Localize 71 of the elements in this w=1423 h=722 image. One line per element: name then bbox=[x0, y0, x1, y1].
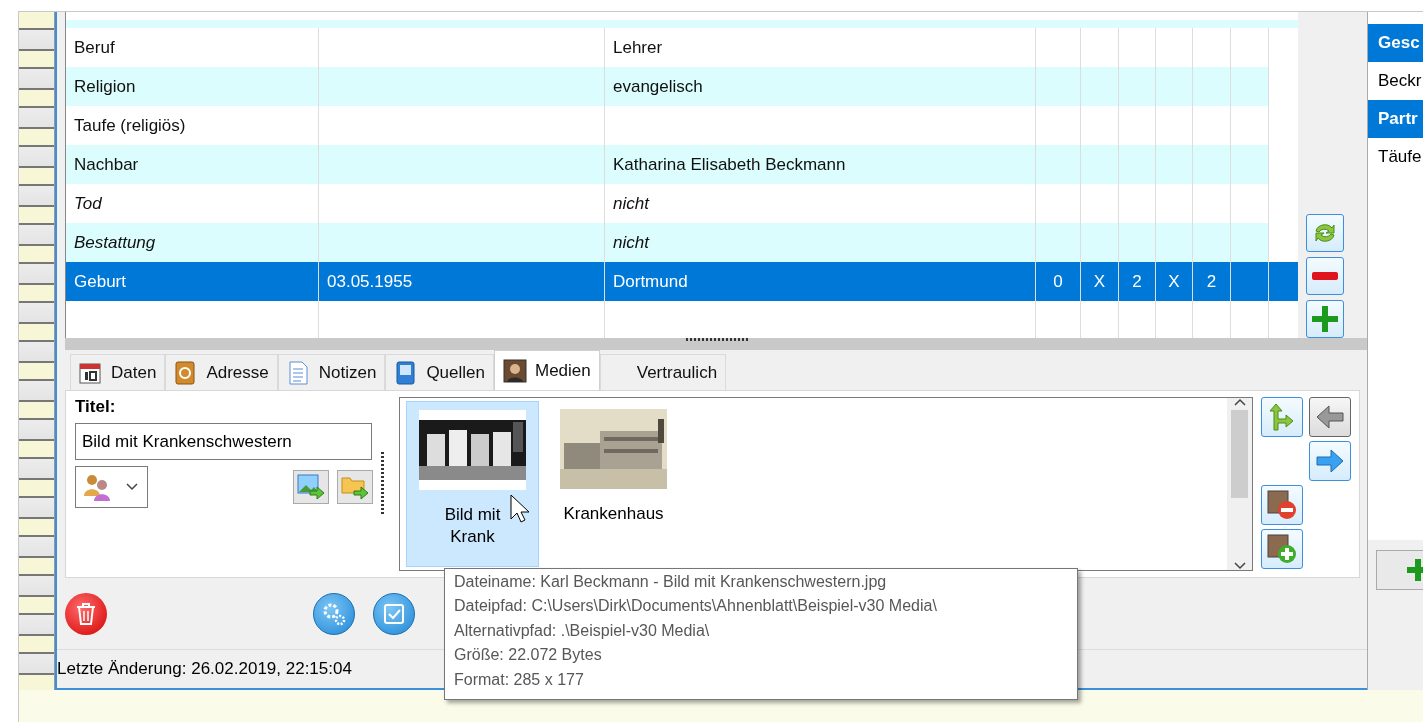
media-caption: Bild mit Krank bbox=[443, 504, 502, 548]
add-button[interactable] bbox=[1376, 550, 1423, 590]
tab[interactable]: Medien bbox=[494, 350, 600, 390]
section-header: Partr bbox=[1368, 100, 1423, 138]
table-cell: Geburt bbox=[66, 262, 319, 301]
tooltip-line: Alternativpfad: .\Beispiel-v30 Media\ bbox=[454, 621, 711, 641]
import-image-button[interactable] bbox=[293, 470, 329, 504]
splitter-handle[interactable] bbox=[65, 338, 1370, 350]
chevron-down-icon bbox=[126, 483, 138, 491]
table-row[interactable]: Geburt 03.05.1955 Dortmund 0 X 2 X 2 bbox=[66, 262, 1298, 301]
checkbox-icon bbox=[383, 602, 405, 625]
remove-media-button[interactable] bbox=[1261, 485, 1303, 525]
table-cell: 03.05.1955 bbox=[319, 262, 605, 301]
arrow-left-icon bbox=[1316, 405, 1344, 429]
folder-arrow-icon bbox=[341, 474, 369, 500]
chevron-down-icon bbox=[1233, 562, 1246, 570]
picture-minus-icon bbox=[1267, 490, 1297, 520]
table-cell: 2 bbox=[1193, 262, 1231, 301]
add-button[interactable] bbox=[1305, 300, 1344, 339]
table-cell: X bbox=[1156, 262, 1193, 301]
cursor-icon bbox=[510, 494, 530, 524]
list-item[interactable]: Beckr bbox=[1368, 62, 1423, 100]
tooltip-line: Dateipfad: C:\Users\Dirk\Documents\Ahnenblatt\Beispiel-v30 Media\ bbox=[454, 597, 938, 617]
tab[interactable]: Quellen bbox=[385, 354, 494, 390]
add-media-button[interactable] bbox=[1261, 529, 1303, 569]
title-field[interactable]: Bild mit Krankenschwestern bbox=[75, 423, 372, 460]
check-button[interactable] bbox=[373, 592, 415, 635]
forward-button[interactable] bbox=[1309, 441, 1351, 481]
image-arrow-icon bbox=[297, 474, 325, 500]
branch-button[interactable] bbox=[1261, 397, 1303, 437]
media-item[interactable]: Krankenhaus bbox=[547, 401, 680, 567]
table-cell: Nachbar bbox=[66, 145, 319, 184]
back-button[interactable] bbox=[1309, 397, 1351, 437]
media-item[interactable]: Bild mit Krank bbox=[406, 401, 539, 567]
tab[interactable]: Daten bbox=[70, 354, 166, 390]
picture-plus-icon bbox=[1267, 534, 1297, 564]
tab[interactable]: Notizen bbox=[277, 354, 386, 390]
table-cell: evangelisch bbox=[605, 67, 1036, 106]
chevron-up-icon bbox=[1233, 398, 1246, 406]
refresh-button[interactable] bbox=[1305, 214, 1344, 253]
settings-button[interactable] bbox=[313, 592, 355, 635]
tab[interactable]: Vertraulich bbox=[599, 354, 727, 390]
people-icon bbox=[82, 472, 112, 502]
calendar-icon bbox=[79, 360, 103, 385]
scrollbar[interactable] bbox=[1227, 398, 1252, 570]
table-cell: X bbox=[1081, 262, 1119, 301]
people-dropdown[interactable] bbox=[75, 466, 148, 508]
tooltip-line: Format: 285 x 177 bbox=[454, 670, 585, 690]
tooltip-line: Dateiname: Karl Beckmann - Bild mit Krankenschwestern.jpg bbox=[454, 573, 888, 592]
remove-button[interactable] bbox=[1305, 257, 1344, 296]
field-label: Titel: bbox=[75, 397, 117, 417]
plus-icon bbox=[1311, 306, 1338, 333]
table-cell: 0 bbox=[1036, 262, 1081, 301]
open-folder-button[interactable] bbox=[337, 470, 373, 504]
tab[interactable]: Adresse bbox=[165, 354, 278, 390]
table-cell: Katharina Elisabeth Beckmann bbox=[605, 145, 1036, 184]
table-cell: 2 bbox=[1119, 262, 1156, 301]
tooltip-line: Größe: 22.072 Bytes bbox=[454, 646, 603, 666]
table-cell: Religion bbox=[66, 67, 319, 106]
plus-icon bbox=[1407, 559, 1423, 581]
arrow-right-icon bbox=[1316, 449, 1344, 473]
section-header: Gesc bbox=[1368, 24, 1423, 62]
branch-arrow-icon bbox=[1268, 403, 1296, 431]
list-item[interactable]: Täufe bbox=[1368, 138, 1423, 176]
portrait-icon bbox=[503, 358, 527, 383]
table-cell: Dortmund bbox=[605, 262, 1036, 301]
document-icon bbox=[286, 360, 311, 385]
minus-icon bbox=[1311, 272, 1338, 281]
delete-button[interactable] bbox=[65, 592, 107, 635]
media-caption: Krankenhaus bbox=[562, 503, 665, 525]
trash-icon bbox=[76, 602, 96, 625]
